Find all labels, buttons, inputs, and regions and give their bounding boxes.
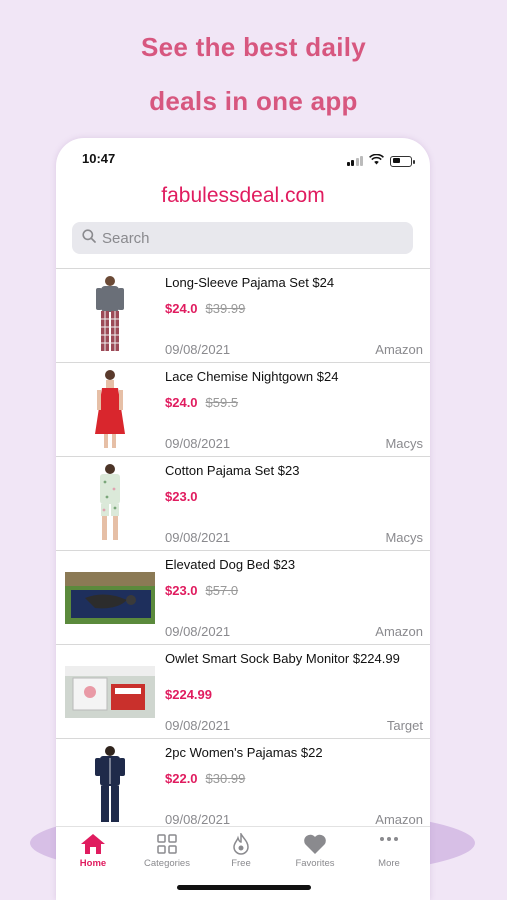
phone-frame: 10:47 fabulessdeal.com Search Long-Sleev… <box>56 138 430 900</box>
deal-store: Amazon <box>375 624 423 639</box>
search-bar[interactable] <box>72 222 413 254</box>
wifi-icon <box>369 152 384 170</box>
deal-item[interactable]: Long-Sleeve Pajama Set $24 $24.0 $39.99 0… <box>56 269 430 363</box>
deal-date: 09/08/2021 <box>165 530 231 545</box>
womens-pajamas-image <box>64 743 156 826</box>
deal-price: $23.0 <box>165 489 198 504</box>
cotton-pajama-image <box>64 461 156 547</box>
tab-bar: Home Categories Free Favorites More <box>56 826 430 900</box>
tab-favorites[interactable]: Favorites <box>278 833 352 869</box>
tab-free[interactable]: Free <box>204 833 278 869</box>
deal-store: Target <box>386 718 423 733</box>
deal-price: $24.0 <box>165 395 198 410</box>
pajama-set-image <box>64 273 156 359</box>
deal-price: $24.0 <box>165 301 198 316</box>
deal-price: $224.99 <box>165 687 212 702</box>
more-icon <box>352 833 426 855</box>
deal-item[interactable]: Lace Chemise Nightgown $24 $24.0 $59.5 09… <box>56 363 430 457</box>
battery-icon <box>390 155 415 167</box>
tab-label: Categories <box>144 858 190 869</box>
tab-label: More <box>378 858 400 869</box>
deal-date: 09/08/2021 <box>165 624 231 639</box>
home-icon <box>56 833 130 855</box>
deal-item[interactable]: Owlet Smart Sock Baby Monitor $224.99 $2… <box>56 645 430 739</box>
tab-more[interactable]: More <box>352 833 426 869</box>
promo-headline-line1: See the best daily <box>140 32 367 62</box>
heart-icon <box>278 833 352 855</box>
deal-title: Long-Sleeve Pajama Set $24 <box>165 275 335 290</box>
tab-label: Home <box>79 858 107 869</box>
status-time: 10:47 <box>82 151 116 166</box>
deal-title: Cotton Pajama Set $23 <box>165 463 300 478</box>
deal-list[interactable]: Long-Sleeve Pajama Set $24 $24.0 $39.99 0… <box>56 268 430 826</box>
tab-home[interactable]: Home <box>56 833 130 869</box>
tab-categories[interactable]: Categories <box>130 833 204 869</box>
home-indicator <box>177 885 311 890</box>
deal-old-price: $57.0 <box>205 583 239 598</box>
deal-item[interactable]: Cotton Pajama Set $23 $23.0 09/08/2021 M… <box>56 457 430 551</box>
deal-date: 09/08/2021 <box>165 718 231 733</box>
deal-store: Macys <box>385 530 423 545</box>
deal-old-price: $30.99 <box>205 771 246 786</box>
baby-monitor-image <box>64 649 156 735</box>
search-input[interactable] <box>102 229 382 247</box>
tab-label: Favorites <box>295 858 335 869</box>
status-bar: 10:47 <box>56 138 430 178</box>
deal-old-price: $39.99 <box>205 301 246 316</box>
deal-store: Amazon <box>375 812 423 826</box>
deal-item[interactable]: 2pc Women's Pajamas $22 $22.0 $30.99 09/0… <box>56 739 430 826</box>
deal-date: 09/08/2021 <box>165 436 231 451</box>
deal-title: Elevated Dog Bed $23 <box>165 557 296 572</box>
grid-icon <box>130 833 204 855</box>
deal-title: 2pc Women's Pajamas $22 <box>165 745 323 760</box>
deal-price: $23.0 <box>165 583 198 598</box>
deal-store: Amazon <box>375 342 423 357</box>
flame-icon <box>204 833 278 855</box>
deal-date: 09/08/2021 <box>165 342 231 357</box>
deal-item[interactable]: Elevated Dog Bed $23 $23.0 $57.0 09/08/20… <box>56 551 430 645</box>
deal-date: 09/08/2021 <box>165 812 231 826</box>
signal-icon <box>346 156 363 166</box>
dog-bed-image <box>64 555 156 641</box>
deal-title: Owlet Smart Sock Baby Monitor $224.99 <box>165 651 400 666</box>
app-brand-title: fabulessdeal.com <box>161 184 325 207</box>
deal-price: $22.0 <box>165 771 198 786</box>
tab-label: Free <box>231 858 251 869</box>
search-icon <box>82 228 96 248</box>
nightgown-image <box>64 367 156 453</box>
promo-headline-line2: deals in one app <box>149 86 358 116</box>
deal-title: Lace Chemise Nightgown $24 <box>165 369 339 384</box>
deal-old-price: $59.5 <box>205 395 239 410</box>
deal-store: Macys <box>385 436 423 451</box>
